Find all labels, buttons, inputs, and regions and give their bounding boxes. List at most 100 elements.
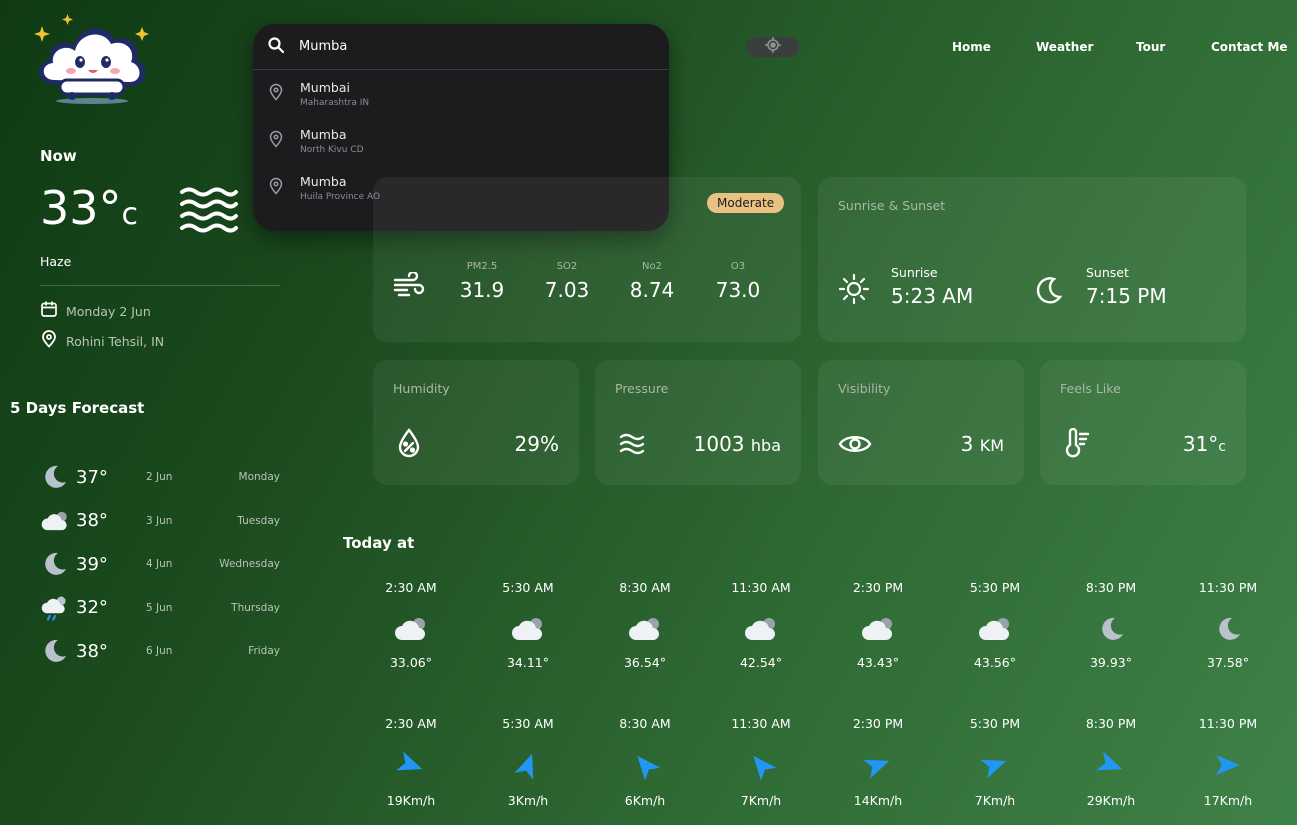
wind-direction-icon (361, 747, 461, 783)
air-quality-item: PM2.5 31.9 (451, 261, 513, 302)
pollutant-label: No2 (642, 261, 662, 272)
hourly-time: 11:30 AM (731, 716, 791, 731)
hourly-temp-item: 2:30 AM 33.06° (361, 580, 461, 670)
hourly-temp: 43.43° (856, 655, 900, 670)
humidity-value: 29% (514, 432, 559, 456)
pollutant-label: SO2 (556, 261, 578, 272)
wind-direction-icon (711, 747, 811, 783)
moon-icon (1034, 275, 1064, 309)
air-quality-item: SO2 7.03 (536, 261, 598, 302)
hourly-temp-item: 5:30 PM 43.56° (945, 580, 1045, 670)
hourly-temp-item: 2:30 PM 43.43° (828, 580, 928, 670)
hourly-temp: 33.06° (389, 655, 433, 670)
sun-icon (838, 273, 870, 309)
hourly-wind-speed: 17Km/h (1203, 793, 1253, 808)
hourly-time: 2:30 PM (852, 716, 904, 731)
nav-home[interactable]: Home (952, 40, 991, 54)
wind-direction-icon (595, 747, 695, 783)
forecast-row: 38° 3 Jun Tuesday (40, 506, 280, 536)
nav-tour[interactable]: Tour (1136, 40, 1165, 54)
forecast-date: 5 Jun (146, 601, 173, 614)
search-suggestion[interactable]: Mumba North Kivu CD (253, 117, 669, 164)
humidity-icon (397, 428, 421, 462)
suggestion-name: Mumbai (300, 79, 350, 95)
forecast-date: 4 Jun (146, 558, 173, 570)
humidity-card: Humidity 29% (373, 360, 579, 485)
feels-like-value: 31°c (1182, 432, 1226, 456)
forecast-row: 37° 2 Jun Monday (40, 462, 280, 492)
hourly-wind-speed: 29Km/h (1086, 793, 1136, 808)
humidity-title: Humidity (393, 381, 450, 396)
hourly-temp: 37.58° (1206, 655, 1250, 670)
search-suggestion[interactable]: Mumbai Maharashtra IN (253, 70, 669, 117)
suggestion-region: North Kivu CD (300, 144, 364, 155)
air-quality-item: O3 73.0 (707, 261, 769, 302)
search-bar (253, 24, 669, 70)
forecast-day: Wednesday (219, 558, 280, 570)
hourly-temp-item: 11:30 AM 42.54° (711, 580, 811, 670)
search-input[interactable] (299, 39, 629, 54)
sunrise-time: 5:23 AM (891, 284, 974, 308)
crosshair-icon (764, 36, 782, 58)
forecast-row: 39° 4 Jun Wednesday (40, 549, 280, 579)
hourly-wind-speed: 6Km/h (624, 793, 666, 808)
divider (40, 285, 280, 286)
forecast-heading: 5 Days Forecast (10, 399, 145, 417)
forecast-day: Thursday (231, 601, 280, 614)
forecast-day: Tuesday (237, 514, 280, 527)
hourly-temp: 43.56° (973, 655, 1017, 670)
hourly-time: 2:30 AM (385, 716, 437, 731)
forecast-row: 32° 5 Jun Thursday (40, 593, 280, 623)
pressure-card: Pressure 1003 hba (595, 360, 801, 485)
pressure-value: 1003 hba (693, 432, 781, 456)
cloud-icon (945, 611, 1045, 647)
hourly-temp-item: 11:30 PM 37.58° (1178, 580, 1278, 670)
suggestion-text: Mumba Huila Province AO (300, 174, 380, 202)
nav-contact[interactable]: Contact Me (1211, 40, 1288, 54)
hourly-time: 2:30 AM (385, 580, 437, 595)
sun-card-title: Sunrise & Sunset (838, 198, 946, 213)
hourly-wind-speed: 14Km/h (853, 793, 903, 808)
hourly-time: 5:30 PM (969, 716, 1021, 731)
hourly-wind-item: 2:30 PM 14Km/h (828, 716, 928, 808)
sunrise-sunset-card: Sunrise & Sunset Sunrise 5:23 AM Sunset … (818, 177, 1246, 342)
hourly-time: 11:30 PM (1198, 580, 1258, 595)
pressure-title: Pressure (615, 381, 669, 396)
air-quality-badge: Moderate (707, 193, 785, 213)
forecast-temp: 39° (76, 553, 108, 575)
hourly-wind-item: 2:30 AM 19Km/h (361, 716, 461, 808)
wind-direction-icon (945, 747, 1045, 783)
app-logo[interactable] (30, 10, 152, 108)
wind-direction-icon (478, 747, 578, 783)
moon-icon (40, 637, 70, 665)
nav-weather[interactable]: Weather (1036, 40, 1093, 54)
visibility-title: Visibility (838, 381, 891, 396)
current-date: Monday 2 Jun (40, 300, 151, 322)
hourly-temp: 42.54° (739, 655, 783, 670)
feels-like-title: Feels Like (1060, 381, 1121, 396)
suggestion-region: Huila Province AO (300, 191, 381, 202)
hourly-time: 8:30 AM (619, 580, 671, 595)
current-location: Rohini Tehsil, IN (40, 330, 164, 352)
hourly-wind-item: 11:30 AM 7Km/h (711, 716, 811, 808)
hourly-wind-item: 5:30 AM 3Km/h (478, 716, 578, 808)
hourly-temp: 39.93° (1089, 655, 1133, 670)
hourly-time: 8:30 PM (1085, 716, 1137, 731)
hourly-time: 5:30 AM (502, 716, 554, 731)
forecast-date: 2 Jun (146, 471, 173, 483)
location-pin-icon (268, 130, 284, 152)
hourly-temp: 36.54° (623, 655, 667, 670)
pollutant-value: 73.0 (715, 278, 761, 302)
hourly-wind-speed: 3Km/h (507, 793, 549, 808)
air-quality-card: Moderate PM2.5 31.9 SO2 7.03 No2 8.74 O3 73.0 (373, 177, 801, 342)
forecast-temp: 38° (76, 510, 108, 531)
search-icon[interactable] (267, 36, 285, 58)
current-location-button[interactable] (746, 37, 799, 57)
hourly-time: 2:30 PM (852, 580, 904, 595)
pollutant-value: 8.74 (629, 278, 675, 302)
air-quality-item: No2 8.74 (621, 261, 683, 302)
cloud-icon (711, 611, 811, 647)
wind-direction-icon (828, 747, 928, 783)
suggestion-text: Mumba North Kivu CD (300, 127, 364, 155)
cloud-icon (595, 611, 695, 647)
